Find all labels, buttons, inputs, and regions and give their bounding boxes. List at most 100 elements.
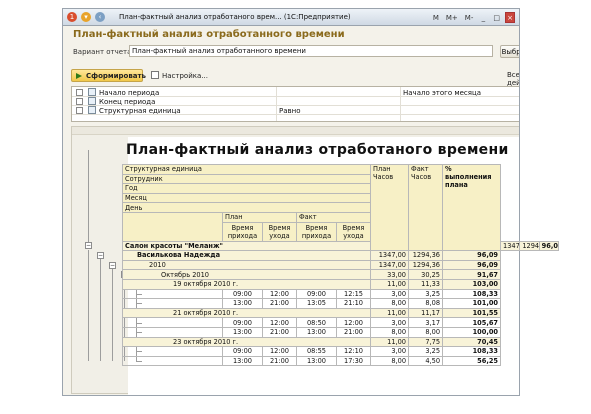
- plan-hours: 11,00: [370, 278, 410, 290]
- fact-departure: 12:15: [335, 288, 372, 300]
- header-fact-hours: Факт Часов: [408, 163, 444, 252]
- plan-arrival: 13:00: [222, 298, 263, 309]
- group-label: Октябрь 2010: [121, 269, 372, 280]
- percent-complete: 96,09: [442, 250, 502, 261]
- parameter-value[interactable]: Начало этого месяца: [403, 89, 481, 97]
- plan-departure: 12:00: [262, 346, 297, 357]
- table-row: 13:00 21:00 13:00 21:00 8,00 8,00 100,00: [122, 326, 559, 338]
- header-level: Структурная единица: [121, 164, 372, 175]
- settings-label: Настройка...: [162, 72, 208, 80]
- minimize-button[interactable]: _: [478, 12, 488, 23]
- settings-button[interactable]: Настройка...: [151, 71, 208, 80]
- window-title: План-фактный анализ отработаного врем...…: [119, 13, 351, 21]
- header-level: Сотрудник: [121, 173, 372, 185]
- close-button[interactable]: ×: [505, 12, 515, 23]
- plan-hours: 8,00: [370, 298, 410, 309]
- fact-departure: 12:10: [335, 346, 372, 357]
- plan-hours: 1347,00: [370, 259, 410, 271]
- memory-minus-button[interactable]: M-: [463, 12, 476, 23]
- memory-plus-button[interactable]: M+: [444, 12, 460, 23]
- plan-arrival: 09:00: [222, 288, 263, 300]
- variant-field[interactable]: План-фактный анализ отработанного времен…: [129, 45, 493, 57]
- parameter-name: Конец периода: [99, 98, 156, 106]
- time-spacer: [122, 346, 223, 357]
- group-label: 21 октября 2010 г.: [121, 307, 372, 319]
- memory-button[interactable]: M: [431, 12, 441, 23]
- fact-departure: 21:10: [335, 298, 372, 309]
- ruler: [72, 127, 519, 135]
- fact-hours: 30,25: [408, 269, 444, 280]
- app-logo-icon[interactable]: 1: [67, 12, 77, 22]
- table-row: 09:00 12:00 08:50 12:00 3,00 3,17 105,67: [122, 317, 559, 328]
- report-table: Структурная единица План Часов Факт Часов%…: [121, 163, 560, 367]
- header-fact: Факт: [295, 211, 372, 223]
- parameter-checkbox[interactable]: [76, 107, 83, 114]
- parameter-row[interactable]: Конец периода: [72, 97, 519, 106]
- fact-arrival: 08:50: [296, 317, 337, 328]
- fact-hours: 3,25: [408, 288, 444, 300]
- calendar-icon: [88, 106, 96, 114]
- plan-hours: 8,00: [370, 326, 410, 338]
- table-row: 13:00 21:00 13:05 21:10 8,00 8,08 101,00: [122, 298, 559, 309]
- parameter-row[interactable]: Начало периода Начало этого месяца: [72, 88, 519, 97]
- percent-complete: 70,45: [442, 336, 502, 348]
- report-title: План-фактный анализ отработаного времени: [126, 142, 509, 158]
- table-row: 21 октября 2010 г. 11,00 11,17 101,55: [121, 307, 559, 319]
- group-label: Салон красоты "Меланж": [121, 240, 372, 252]
- parameter-checkbox[interactable]: [76, 89, 83, 96]
- plan-hours: 11,00: [370, 336, 410, 348]
- group-label: 23 октября 2010 г.: [121, 336, 372, 348]
- header-percent: % выполнения плана: [442, 163, 502, 252]
- plan-departure: 12:00: [262, 288, 297, 300]
- collapse-group-icon[interactable]: −: [85, 242, 92, 250]
- tree-line: [88, 150, 89, 242]
- header-plan: План: [222, 211, 297, 223]
- parameter-comparison[interactable]: Равно: [279, 107, 301, 115]
- plan-arrival: 09:00: [222, 346, 263, 357]
- fact-hours: 7,75: [408, 336, 444, 348]
- plan-hours: 3,00: [370, 346, 410, 357]
- toolbar: Сформировать Настройка... Все действия ▾…: [63, 69, 519, 95]
- fact-arrival: 13:05: [296, 298, 337, 309]
- choose-variant-button[interactable]: Выбрать вариант...: [500, 45, 519, 58]
- plan-hours: 3,00: [370, 317, 410, 328]
- percent-complete: 108,33: [442, 346, 502, 357]
- maximize-button[interactable]: □: [491, 12, 502, 23]
- plan-arrival: 13:00: [222, 326, 263, 338]
- header-level: Месяц: [121, 192, 372, 204]
- fact-departure: 17:30: [335, 355, 372, 367]
- fact-hours: 8,00: [408, 326, 444, 338]
- collapse-group-icon[interactable]: −: [109, 261, 116, 269]
- plan-departure: 21:00: [262, 355, 297, 367]
- back-icon[interactable]: ‹: [95, 12, 105, 22]
- table-row: 2010 1347,00 1294,36 96,09: [121, 259, 559, 271]
- title-bar: 1 ▾ ‹ План-фактный анализ отработаного в…: [63, 9, 519, 26]
- time-spacer: [122, 317, 223, 328]
- plan-hours: 33,00: [370, 269, 410, 280]
- table-row: 19 октября 2010 г. 11,00 11,33 103,00: [121, 278, 559, 290]
- variant-label: Вариант отчета:: [73, 48, 134, 56]
- fact-departure: 21:00: [335, 326, 372, 338]
- plan-hours: 1347,00: [370, 250, 410, 261]
- plan-arrival: 13:00: [222, 355, 263, 367]
- generate-button[interactable]: Сформировать: [71, 69, 146, 82]
- fact-hours: 3,17: [408, 317, 444, 328]
- fact-departure: 12:00: [335, 317, 372, 328]
- plan-departure: 21:00: [262, 326, 297, 338]
- collapse-group-icon[interactable]: −: [97, 251, 104, 259]
- percent-complete: 56,25: [442, 355, 502, 367]
- parameter-row[interactable]: Структурная единица Равно: [72, 106, 519, 115]
- generate-label: Сформировать: [86, 72, 146, 80]
- header-plan-hours: План Часов: [370, 163, 410, 252]
- fact-hours: 11,17: [408, 307, 444, 319]
- menu-icon[interactable]: ▾: [81, 12, 91, 22]
- table-row: 23 октября 2010 г. 11,00 7,75 70,45: [121, 336, 559, 348]
- form-heading: План-фактный анализ отработанного времен…: [73, 29, 345, 40]
- calendar-icon: [88, 97, 96, 105]
- percent-complete: 100,00: [442, 326, 502, 338]
- percent-complete: 105,67: [442, 317, 502, 328]
- time-spacer: [122, 288, 223, 300]
- plan-hours: 1347,00: [500, 240, 521, 252]
- plan-hours: 11,00: [370, 307, 410, 319]
- parameter-checkbox[interactable]: [76, 98, 83, 105]
